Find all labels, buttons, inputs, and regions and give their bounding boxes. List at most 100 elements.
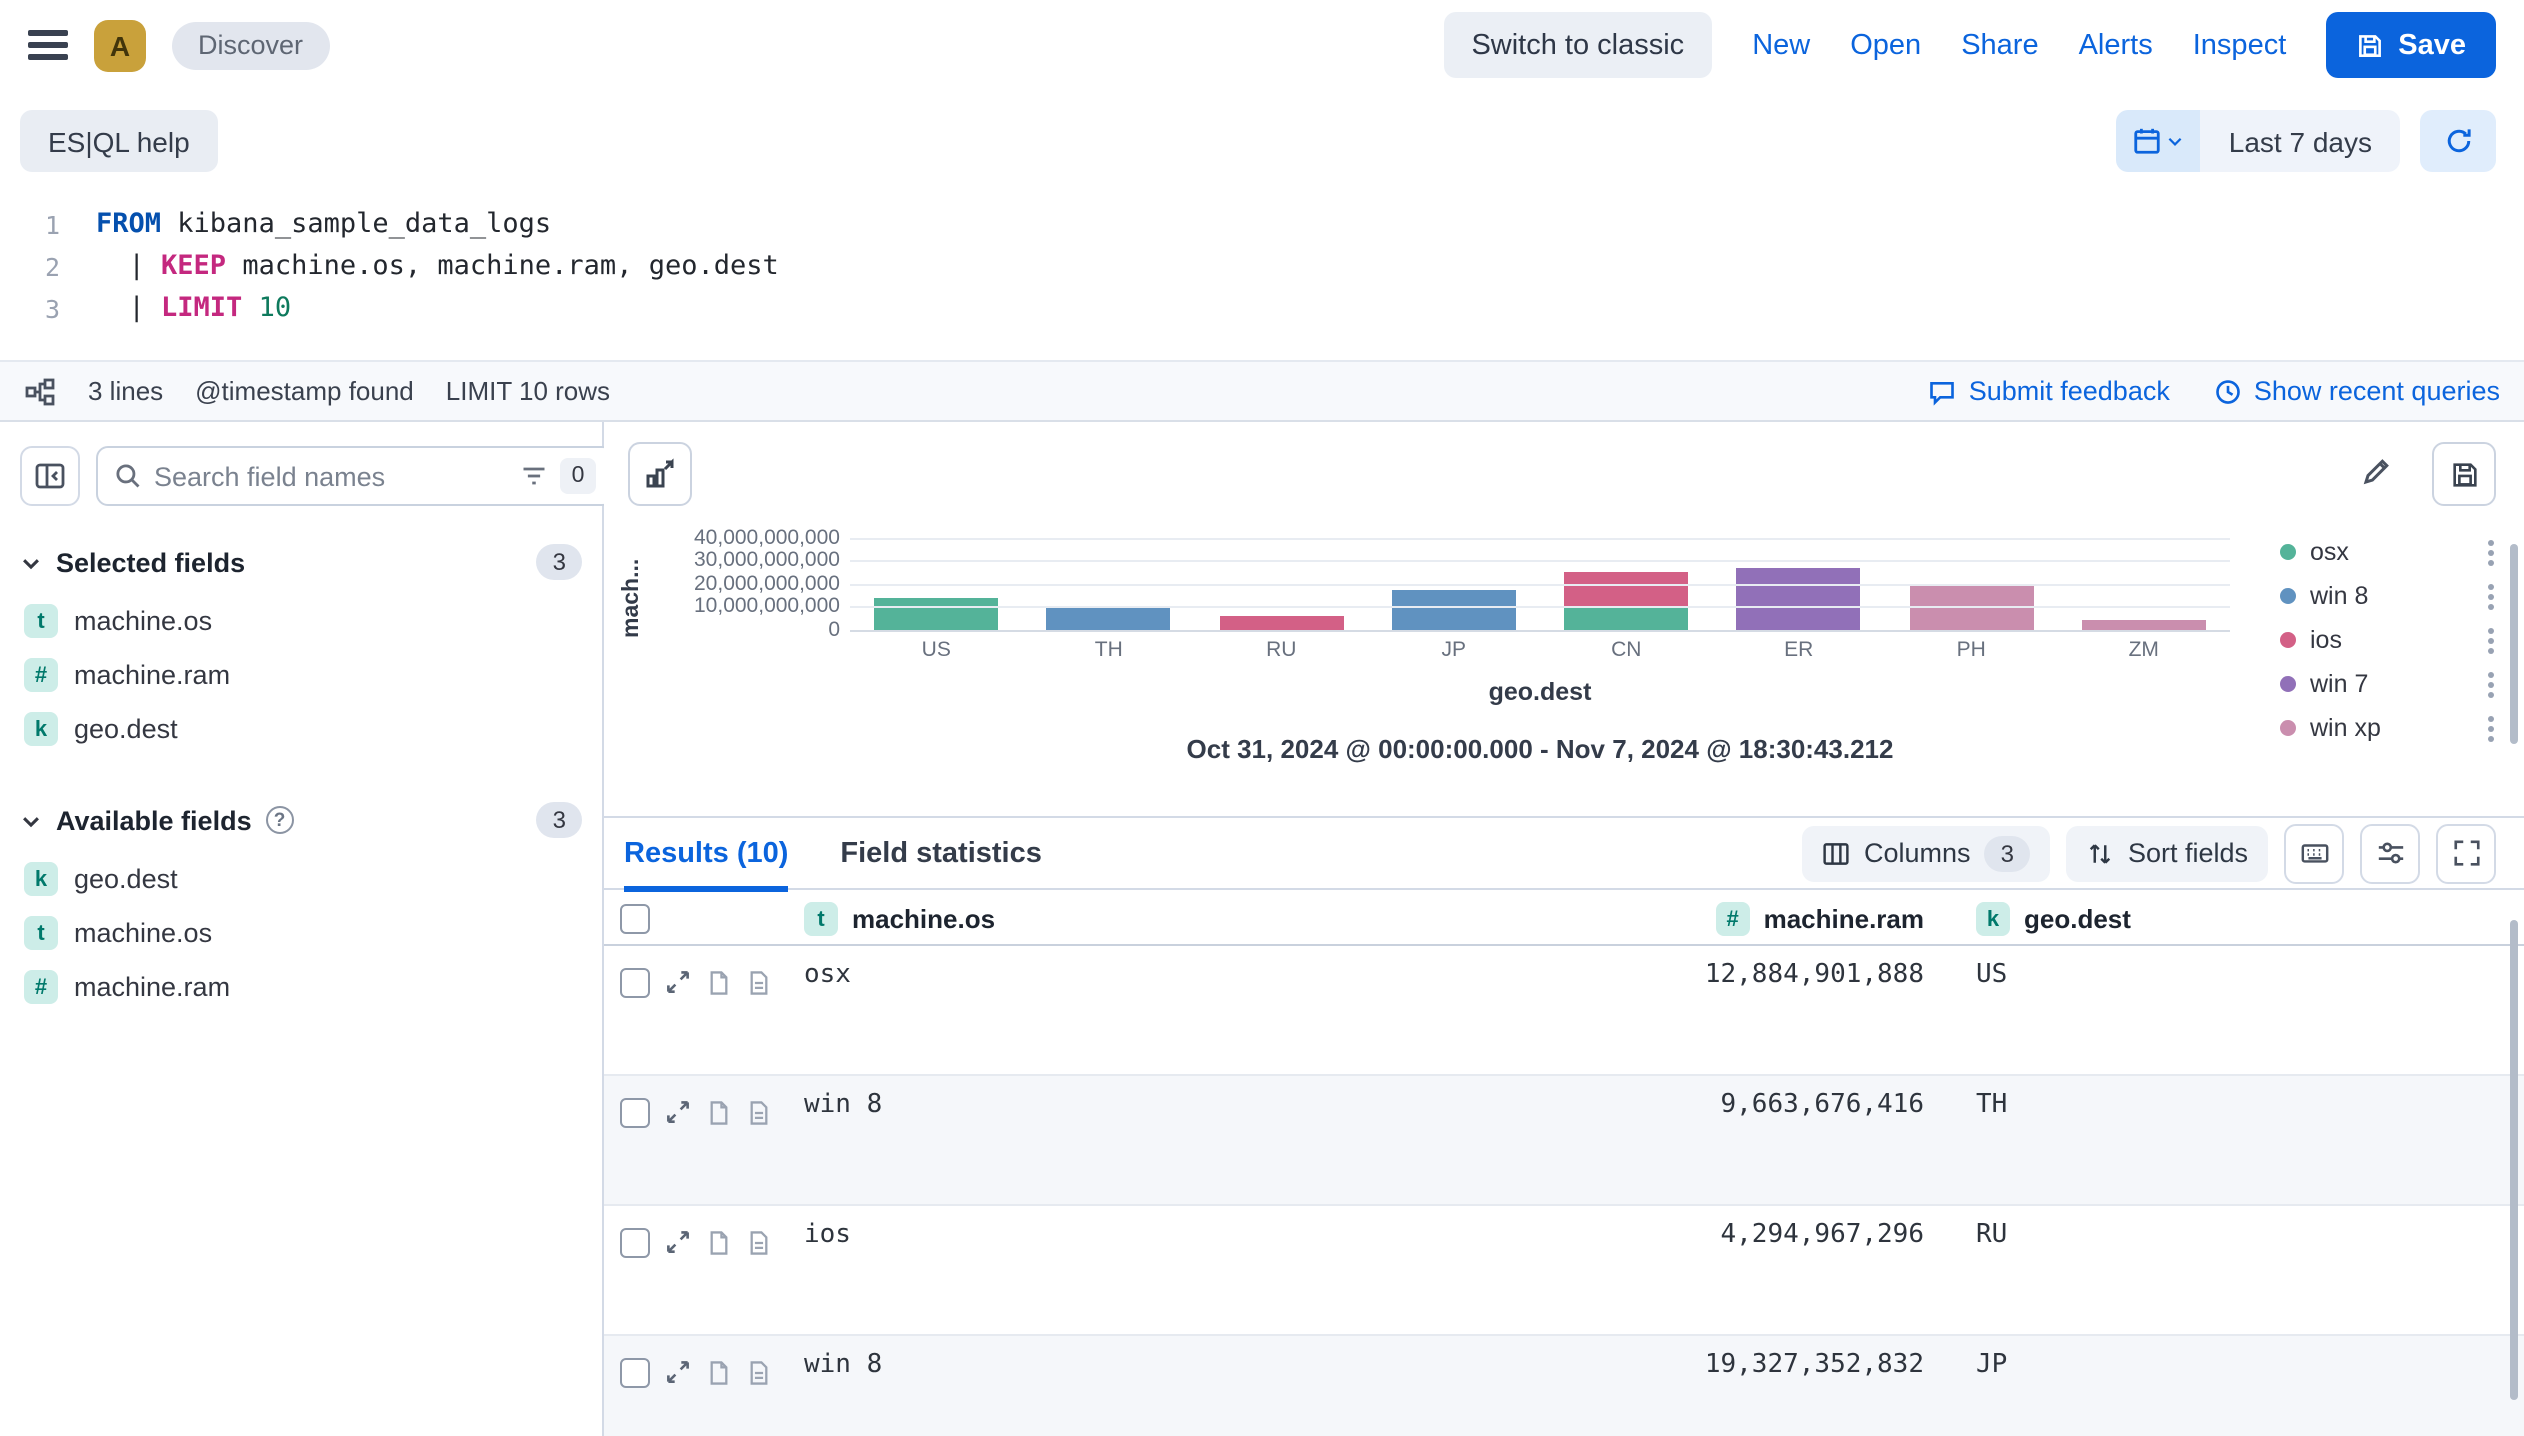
legend-item-actions-icon[interactable]	[2488, 593, 2494, 599]
space-avatar[interactable]: A	[94, 19, 146, 71]
gridline	[850, 560, 2230, 562]
fullscreen-button[interactable]	[2436, 823, 2496, 883]
cell-machine-os: ios	[804, 1206, 1560, 1334]
doc-details-icon[interactable]	[746, 1229, 772, 1255]
field-item-geo-dest[interactable]: kgeo.dest	[20, 702, 582, 756]
display-options-button[interactable]	[2360, 823, 2420, 883]
expand-row-icon[interactable]	[664, 1228, 692, 1256]
table-row: win 819,327,352,832JP	[604, 1336, 2524, 1436]
line-number: 1	[0, 204, 60, 246]
submit-feedback-link[interactable]: Submit feedback	[1929, 376, 2170, 406]
chart-legend: osxwin 8ioswin 7win xp	[2280, 530, 2500, 750]
row-checkbox[interactable]	[620, 1097, 650, 1127]
legend-item-actions-icon[interactable]	[2488, 681, 2494, 687]
field-item-geo-dest[interactable]: kgeo.dest	[20, 852, 582, 906]
tab-results[interactable]: Results (10)	[624, 817, 788, 889]
legend-color-dot	[2280, 544, 2296, 560]
column-header-machine-os[interactable]: t machine.os	[804, 902, 1560, 936]
breadcrumb[interactable]: Discover	[172, 21, 329, 69]
legend-item-osx[interactable]: osx	[2280, 530, 2500, 574]
field-item-machine-os[interactable]: tmachine.os	[20, 906, 582, 960]
doc-details-icon[interactable]	[746, 1099, 772, 1125]
row-checkbox[interactable]	[620, 1357, 650, 1387]
row-checkbox[interactable]	[620, 1227, 650, 1257]
legend-item-win-8[interactable]: win 8	[2280, 574, 2500, 618]
row-checkbox[interactable]	[620, 967, 650, 997]
doc-details-icon[interactable]	[746, 1359, 772, 1385]
doc-details-icon[interactable]	[746, 969, 772, 995]
save-visualization-button[interactable]	[2432, 442, 2496, 506]
nav-link-alerts[interactable]: Alerts	[2079, 29, 2153, 61]
legend-item-win-7[interactable]: win 7	[2280, 662, 2500, 706]
nav-link-share[interactable]: Share	[1961, 29, 2038, 61]
date-picker: Last 7 days	[2117, 110, 2400, 172]
show-recent-queries-link[interactable]: Show recent queries	[2214, 376, 2500, 406]
code-text: | KEEP machine.os, machine.ram, geo.dest	[96, 246, 779, 288]
doc-viewer-icon[interactable]	[706, 1099, 732, 1125]
date-picker-calendar-button[interactable]	[2117, 110, 2201, 172]
y-tick-label: 20,000,000,000	[694, 572, 840, 596]
menu-icon[interactable]	[28, 23, 68, 67]
nav-link-inspect[interactable]: Inspect	[2193, 29, 2287, 61]
x-tick-label: JP	[1368, 638, 1541, 662]
section-count-badge: 3	[537, 544, 582, 580]
field-search-input[interactable]	[154, 461, 508, 491]
field-item-machine-ram[interactable]: #machine.ram	[20, 648, 582, 702]
section-header-selected-fields[interactable]: Selected fields3	[20, 542, 582, 582]
bar-group-ph	[1885, 512, 2058, 632]
stacked-bar	[874, 597, 998, 632]
keyboard-shortcuts-button[interactable]	[2284, 823, 2344, 883]
stacked-bar	[1564, 573, 1688, 632]
status-item: LIMIT 10 rows	[446, 376, 610, 406]
field-item-machine-os[interactable]: tmachine.os	[20, 594, 582, 648]
legend-item-ios[interactable]: ios	[2280, 618, 2500, 662]
status-items: 3 lines@timestamp foundLIMIT 10 rows	[88, 376, 610, 406]
sort-fields-button[interactable]: Sort fields	[2066, 825, 2268, 881]
header-nav-links: New Open Share Alerts Inspect	[1752, 29, 2286, 61]
bar-group-zm	[2058, 512, 2231, 632]
esql-help-button[interactable]: ES|QL help	[20, 110, 218, 172]
expand-row-icon[interactable]	[664, 1358, 692, 1386]
legend-item-actions-icon[interactable]	[2488, 637, 2494, 643]
column-header-geo-dest[interactable]: k geo.dest	[1976, 902, 2524, 936]
nav-link-new[interactable]: New	[1752, 29, 1810, 61]
collapse-sidebar-button[interactable]	[20, 446, 80, 506]
edit-visualization-button[interactable]	[2360, 456, 2392, 488]
section-header-available-fields[interactable]: Available fields?3	[20, 800, 582, 840]
bar-segment-ios	[1564, 573, 1688, 608]
chart-type-button[interactable]	[628, 442, 692, 506]
filter-by-type-icon[interactable]	[520, 462, 548, 490]
time-range-value[interactable]: Last 7 days	[2201, 110, 2400, 172]
field-name: geo.dest	[74, 864, 178, 894]
row-controls	[620, 1076, 804, 1134]
switch-to-classic-button[interactable]: Switch to classic	[1443, 12, 1712, 78]
refresh-button[interactable]	[2420, 110, 2496, 172]
legend-item-actions-icon[interactable]	[2488, 549, 2494, 555]
scrollbar-thumb[interactable]	[2510, 920, 2518, 1400]
column-header-machine-ram[interactable]: # machine.ram	[1560, 902, 1924, 936]
expand-row-icon[interactable]	[664, 968, 692, 996]
help-icon[interactable]: ?	[266, 806, 294, 834]
doc-viewer-icon[interactable]	[706, 1359, 732, 1385]
keyword-type-icon: k	[1976, 902, 2010, 936]
y-axis-title: mach...	[620, 506, 644, 638]
legend-item-win-xp[interactable]: win xp	[2280, 706, 2500, 750]
doc-viewer-icon[interactable]	[706, 1229, 732, 1255]
field-item-machine-ram[interactable]: #machine.ram	[20, 960, 582, 1014]
legend-item-actions-icon[interactable]	[2488, 725, 2494, 731]
tab-field-statistics[interactable]: Field statistics	[840, 817, 1041, 889]
y-tick-label: 30,000,000,000	[694, 548, 840, 572]
columns-button[interactable]: Columns 3	[1802, 825, 2050, 881]
row-controls	[620, 946, 804, 1004]
esql-editor[interactable]: 1FROM kibana_sample_data_logs2 | KEEP ma…	[0, 180, 2524, 360]
x-tick-label: CN	[1540, 638, 1713, 662]
save-button[interactable]: Save	[2326, 12, 2496, 78]
code-line: 3 | LIMIT 10	[0, 288, 2524, 330]
expand-row-icon[interactable]	[664, 1098, 692, 1126]
nav-link-open[interactable]: Open	[1850, 29, 1921, 61]
scrollbar-thumb[interactable]	[2510, 544, 2518, 744]
stacked-bar	[1047, 605, 1171, 632]
doc-viewer-icon[interactable]	[706, 969, 732, 995]
select-all-checkbox[interactable]	[620, 904, 650, 934]
histogram-panel: mach... 40,000,000,00030,000,000,00020,0…	[604, 422, 2524, 816]
